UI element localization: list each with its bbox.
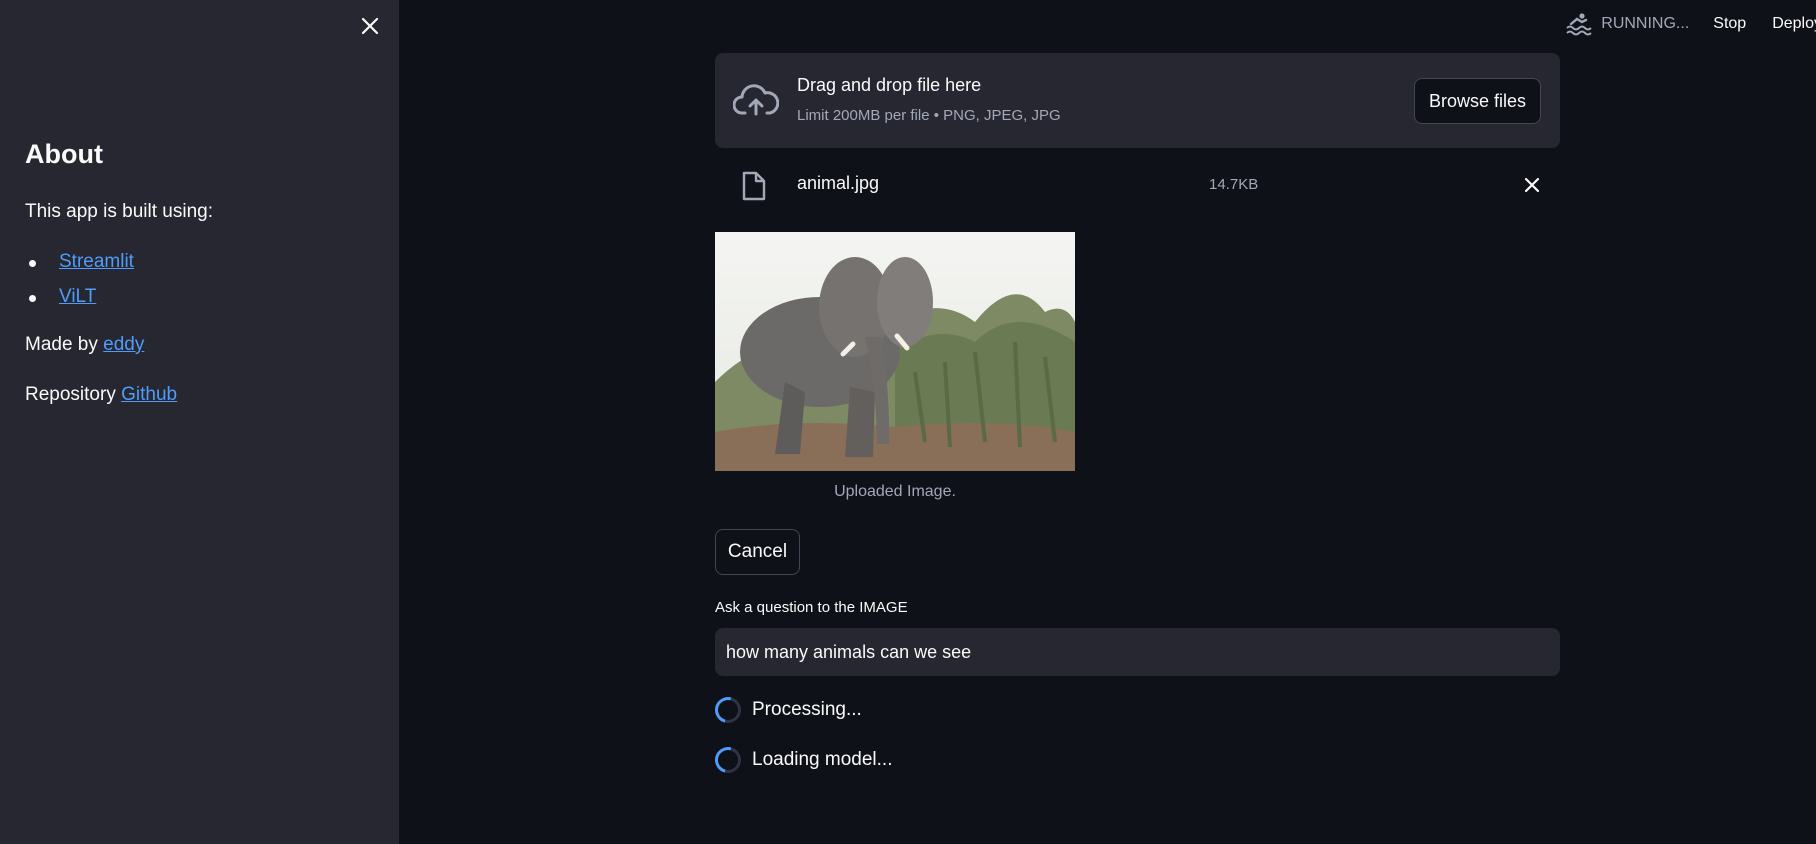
upload-title: Drag and drop file here — [797, 75, 982, 95]
running-status: RUNNING... — [1565, 12, 1689, 36]
vilt-link[interactable]: ViLT — [59, 286, 96, 307]
deploy-button[interactable]: Deploy — [1772, 15, 1816, 33]
file-size: 14.7KB — [1209, 176, 1259, 193]
stop-button[interactable]: Stop — [1713, 15, 1746, 33]
remove-file-button[interactable] — [1520, 173, 1544, 197]
list-item: ViLT — [25, 283, 375, 311]
upload-limit: Limit 200MB per file • PNG, JPEG, JPG — [797, 107, 1061, 124]
uploaded-image — [715, 232, 1075, 471]
main-content: RUNNING... Stop Deploy Drag and drop fil… — [399, 0, 1816, 844]
question-label: Ask a question to the IMAGE — [715, 599, 908, 616]
sidebar-content: About This app is built using: Streamlit… — [25, 136, 375, 409]
spinner-icon — [710, 742, 746, 778]
made-by-text: Made by eddy — [25, 331, 375, 359]
eddy-link[interactable]: eddy — [103, 334, 144, 355]
made-by-prefix: Made by — [25, 334, 104, 355]
repository-text: Repository Github — [25, 381, 375, 409]
list-item: Streamlit — [25, 248, 375, 276]
processing-label: Processing... — [752, 699, 862, 720]
bullet — [29, 295, 36, 302]
sidebar: About This app is built using: Streamlit… — [0, 0, 399, 844]
repository-prefix: Repository — [25, 384, 122, 405]
loading-model-status: Loading model... — [710, 742, 893, 778]
loading-model-label: Loading model... — [752, 749, 893, 770]
image-caption: Uploaded Image. — [834, 483, 956, 500]
file-name: animal.jpg — [797, 173, 880, 193]
elephant-photo — [715, 232, 1075, 471]
processing-status: Processing... — [710, 692, 862, 728]
close-icon — [1524, 177, 1540, 193]
about-title: About — [25, 139, 103, 169]
question-input[interactable] — [715, 628, 1560, 676]
close-icon — [361, 17, 379, 35]
swimmer-icon — [1565, 12, 1593, 36]
github-link[interactable]: Github — [121, 384, 177, 405]
browse-files-button[interactable]: Browse files — [1414, 78, 1541, 124]
cancel-button[interactable]: Cancel — [715, 529, 800, 575]
cloud-upload-icon — [733, 84, 779, 116]
uploaded-file-row: animal.jpg 14.7KB — [715, 165, 1560, 205]
file-uploader-dropzone[interactable]: Drag and drop file here Limit 200MB per … — [715, 53, 1560, 148]
tech-list: Streamlit ViLT — [25, 248, 375, 311]
header-toolbar: RUNNING... Stop Deploy — [1565, 10, 1816, 38]
spinner-icon — [710, 692, 746, 728]
close-sidebar-button[interactable] — [356, 12, 384, 40]
built-with-text: This app is built using: — [25, 201, 213, 222]
file-icon — [742, 171, 766, 201]
running-label: RUNNING... — [1601, 15, 1690, 32]
streamlit-link[interactable]: Streamlit — [59, 251, 134, 272]
bullet — [29, 260, 36, 267]
